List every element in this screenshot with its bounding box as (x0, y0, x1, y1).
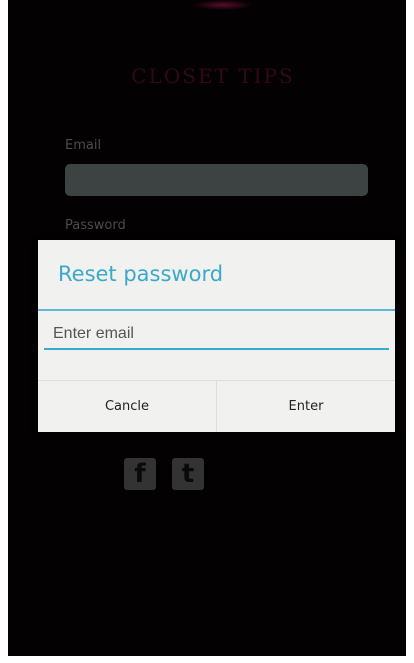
password-label: Password (65, 218, 126, 233)
cancel-button[interactable]: Cancle (38, 381, 216, 432)
email-field[interactable] (65, 164, 368, 196)
reset-password-dialog: Reset password Cancle Enter (38, 240, 395, 432)
facebook-icon[interactable]: f (124, 458, 156, 490)
reset-email-input[interactable] (44, 320, 389, 350)
title-divider (38, 309, 395, 311)
email-label: Email (65, 138, 102, 153)
enter-button[interactable]: Enter (217, 381, 395, 432)
dialog-title: Reset password (58, 262, 224, 286)
app-logo: CLOSET TIPS (131, 64, 295, 88)
top-accent (193, 0, 253, 10)
twitter-icon[interactable]: t (172, 458, 204, 490)
